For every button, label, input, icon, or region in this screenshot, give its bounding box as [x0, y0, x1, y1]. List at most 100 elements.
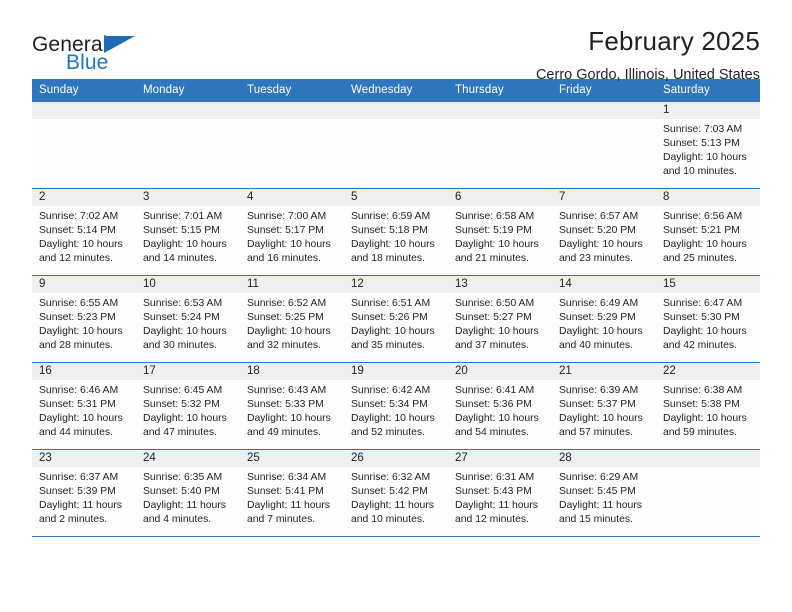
calendar-day-cell[interactable]: 11 Sunrise: 6:52 AM Sunset: 5:25 PM Dayligh… — [240, 275, 344, 363]
daylight-text: Daylight: 10 hours and 59 minutes. — [663, 413, 747, 439]
calendar-day-cell[interactable]: 22 Sunrise: 6:38 AM Sunset: 5:38 PM Dayligh… — [656, 362, 760, 450]
sunset-text: Sunset: 5:25 PM — [247, 312, 324, 324]
calendar-day-cell[interactable]: 8 Sunrise: 6:56 AM Sunset: 5:21 PM Daylight… — [656, 188, 760, 276]
calendar-day-cell[interactable]: 9 Sunrise: 6:55 AM Sunset: 5:23 PM Daylight… — [32, 275, 136, 363]
sunrise-text: Sunrise: 7:03 AM — [663, 124, 743, 135]
calendar-day-cell[interactable]: 6 Sunrise: 6:58 AM Sunset: 5:19 PM Daylight… — [448, 188, 552, 276]
calendar-day-cell[interactable]: 27 Sunrise: 6:31 AM Sunset: 5:43 PM Dayligh… — [448, 449, 552, 537]
sunrise-text: Sunrise: 6:49 AM — [559, 298, 639, 309]
day-details: Sunrise: 7:02 AM Sunset: 5:14 PM Daylight:… — [32, 206, 136, 266]
day-number: 23 — [32, 450, 136, 467]
calendar-day-cell[interactable]: 28 Sunrise: 6:29 AM Sunset: 5:45 PM Dayligh… — [552, 449, 656, 537]
calendar-day-cell[interactable]: 19 Sunrise: 6:42 AM Sunset: 5:34 PM Dayligh… — [344, 362, 448, 450]
sunset-text: Sunset: 5:20 PM — [559, 225, 636, 237]
sunrise-text: Sunrise: 6:51 AM — [351, 298, 431, 309]
weekday-header-tuesday: Tuesday — [240, 79, 344, 102]
sunrise-text: Sunrise: 6:46 AM — [39, 385, 119, 396]
sunset-text: Sunset: 5:40 PM — [143, 486, 220, 498]
calendar-day-cell[interactable]: 3 Sunrise: 7:01 AM Sunset: 5:15 PM Daylight… — [136, 188, 240, 276]
day-details: Sunrise: 6:29 AM Sunset: 5:45 PM Daylight:… — [552, 467, 656, 527]
sunrise-text: Sunrise: 6:55 AM — [39, 298, 119, 309]
day-details: Sunrise: 6:55 AM Sunset: 5:23 PM Daylight:… — [32, 293, 136, 353]
sunset-text: Sunset: 5:18 PM — [351, 225, 428, 237]
day-number: 27 — [448, 450, 552, 467]
calendar-day-cell-empty — [240, 102, 344, 189]
title-block: February 2025 Cerro Gordo, Illinois, Uni… — [536, 27, 760, 83]
daylight-text: Daylight: 11 hours and 15 minutes. — [559, 500, 642, 526]
calendar-day-cell-empty — [552, 102, 656, 189]
calendar-day-cell[interactable]: 12 Sunrise: 6:51 AM Sunset: 5:26 PM Dayligh… — [344, 275, 448, 363]
calendar-week-row: 9 Sunrise: 6:55 AM Sunset: 5:23 PM Daylight… — [32, 275, 760, 363]
day-details: Sunrise: 6:49 AM Sunset: 5:29 PM Daylight:… — [552, 293, 656, 353]
sunset-text: Sunset: 5:38 PM — [663, 399, 740, 411]
calendar-day-cell[interactable]: 26 Sunrise: 6:32 AM Sunset: 5:42 PM Dayligh… — [344, 449, 448, 537]
day-details: Sunrise: 7:03 AM Sunset: 5:13 PM Daylight:… — [656, 119, 760, 179]
calendar-day-cell[interactable]: 7 Sunrise: 6:57 AM Sunset: 5:20 PM Daylight… — [552, 188, 656, 276]
daylight-text: Daylight: 10 hours and 37 minutes. — [455, 326, 539, 352]
sunrise-text: Sunrise: 6:59 AM — [351, 211, 431, 222]
calendar-day-cell[interactable]: 15 Sunrise: 6:47 AM Sunset: 5:30 PM Dayligh… — [656, 275, 760, 363]
day-details: Sunrise: 6:56 AM Sunset: 5:21 PM Daylight:… — [656, 206, 760, 266]
day-number: 20 — [448, 363, 552, 380]
day-number: 16 — [32, 363, 136, 380]
calendar-day-cell[interactable]: 13 Sunrise: 6:50 AM Sunset: 5:27 PM Dayligh… — [448, 275, 552, 363]
daylight-text: Daylight: 10 hours and 42 minutes. — [663, 326, 747, 352]
sunrise-text: Sunrise: 7:02 AM — [39, 211, 119, 222]
calendar-day-cell[interactable]: 25 Sunrise: 6:34 AM Sunset: 5:41 PM Dayligh… — [240, 449, 344, 537]
day-details: Sunrise: 7:00 AM Sunset: 5:17 PM Daylight:… — [240, 206, 344, 266]
daylight-text: Daylight: 10 hours and 21 minutes. — [455, 239, 539, 265]
day-details: Sunrise: 7:01 AM Sunset: 5:15 PM Daylight:… — [136, 206, 240, 266]
day-details: Sunrise: 6:38 AM Sunset: 5:38 PM Daylight:… — [656, 380, 760, 440]
calendar-day-cell[interactable]: 5 Sunrise: 6:59 AM Sunset: 5:18 PM Daylight… — [344, 188, 448, 276]
sunset-text: Sunset: 5:34 PM — [351, 399, 428, 411]
day-details: Sunrise: 6:58 AM Sunset: 5:19 PM Daylight:… — [448, 206, 552, 266]
weekday-header-wednesday: Wednesday — [344, 79, 448, 102]
day-number — [240, 102, 344, 119]
daylight-text: Daylight: 10 hours and 23 minutes. — [559, 239, 643, 265]
calendar-day-cell[interactable]: 10 Sunrise: 6:53 AM Sunset: 5:24 PM Dayligh… — [136, 275, 240, 363]
day-number: 5 — [344, 189, 448, 206]
general-blue-logo[interactable]: General Blue — [32, 28, 136, 73]
day-details: Sunrise: 6:47 AM Sunset: 5:30 PM Daylight:… — [656, 293, 760, 353]
sunset-text: Sunset: 5:24 PM — [143, 312, 220, 324]
calendar-day-cell[interactable]: 21 Sunrise: 6:39 AM Sunset: 5:37 PM Dayligh… — [552, 362, 656, 450]
sunset-text: Sunset: 5:37 PM — [559, 399, 636, 411]
daylight-text: Daylight: 10 hours and 32 minutes. — [247, 326, 331, 352]
calendar-day-cell[interactable]: 24 Sunrise: 6:35 AM Sunset: 5:40 PM Dayligh… — [136, 449, 240, 537]
sunrise-text: Sunrise: 6:43 AM — [247, 385, 327, 396]
daylight-text: Daylight: 11 hours and 2 minutes. — [39, 500, 122, 526]
sunset-text: Sunset: 5:42 PM — [351, 486, 428, 498]
sunrise-text: Sunrise: 6:47 AM — [663, 298, 743, 309]
sunrise-text: Sunrise: 6:53 AM — [143, 298, 223, 309]
day-number: 21 — [552, 363, 656, 380]
daylight-text: Daylight: 10 hours and 18 minutes. — [351, 239, 435, 265]
day-number: 18 — [240, 363, 344, 380]
calendar-day-cell[interactable]: 4 Sunrise: 7:00 AM Sunset: 5:17 PM Daylight… — [240, 188, 344, 276]
daylight-text: Daylight: 10 hours and 35 minutes. — [351, 326, 435, 352]
sunset-text: Sunset: 5:15 PM — [143, 225, 220, 237]
calendar-week-row: 2 Sunrise: 7:02 AM Sunset: 5:14 PM Daylight… — [32, 188, 760, 276]
calendar-day-cell[interactable]: 14 Sunrise: 6:49 AM Sunset: 5:29 PM Dayligh… — [552, 275, 656, 363]
calendar-day-cell[interactable]: 16 Sunrise: 6:46 AM Sunset: 5:31 PM Dayligh… — [32, 362, 136, 450]
calendar-day-cell[interactable]: 1 Sunrise: 7:03 AM Sunset: 5:13 PM Daylight… — [656, 102, 760, 189]
day-details: Sunrise: 6:41 AM Sunset: 5:36 PM Daylight:… — [448, 380, 552, 440]
day-number: 3 — [136, 189, 240, 206]
day-details: Sunrise: 6:51 AM Sunset: 5:26 PM Daylight:… — [344, 293, 448, 353]
day-number — [136, 102, 240, 119]
day-number — [656, 450, 760, 467]
sunset-text: Sunset: 5:39 PM — [39, 486, 116, 498]
calendar-day-cell[interactable]: 20 Sunrise: 6:41 AM Sunset: 5:36 PM Dayligh… — [448, 362, 552, 450]
sunset-text: Sunset: 5:41 PM — [247, 486, 324, 498]
sunrise-text: Sunrise: 6:42 AM — [351, 385, 431, 396]
calendar-body: 1 Sunrise: 7:03 AM Sunset: 5:13 PM Daylight… — [32, 102, 760, 537]
daylight-text: Daylight: 10 hours and 44 minutes. — [39, 413, 123, 439]
day-number: 19 — [344, 363, 448, 380]
calendar-day-cell[interactable]: 2 Sunrise: 7:02 AM Sunset: 5:14 PM Daylight… — [32, 188, 136, 276]
day-details: Sunrise: 6:52 AM Sunset: 5:25 PM Daylight:… — [240, 293, 344, 353]
weekday-header-monday: Monday — [136, 79, 240, 102]
calendar-day-cell[interactable]: 23 Sunrise: 6:37 AM Sunset: 5:39 PM Dayligh… — [32, 449, 136, 537]
daylight-text: Daylight: 10 hours and 49 minutes. — [247, 413, 331, 439]
calendar-day-cell[interactable]: 18 Sunrise: 6:43 AM Sunset: 5:33 PM Dayligh… — [240, 362, 344, 450]
day-number — [448, 102, 552, 119]
calendar-day-cell[interactable]: 17 Sunrise: 6:45 AM Sunset: 5:32 PM Dayligh… — [136, 362, 240, 450]
